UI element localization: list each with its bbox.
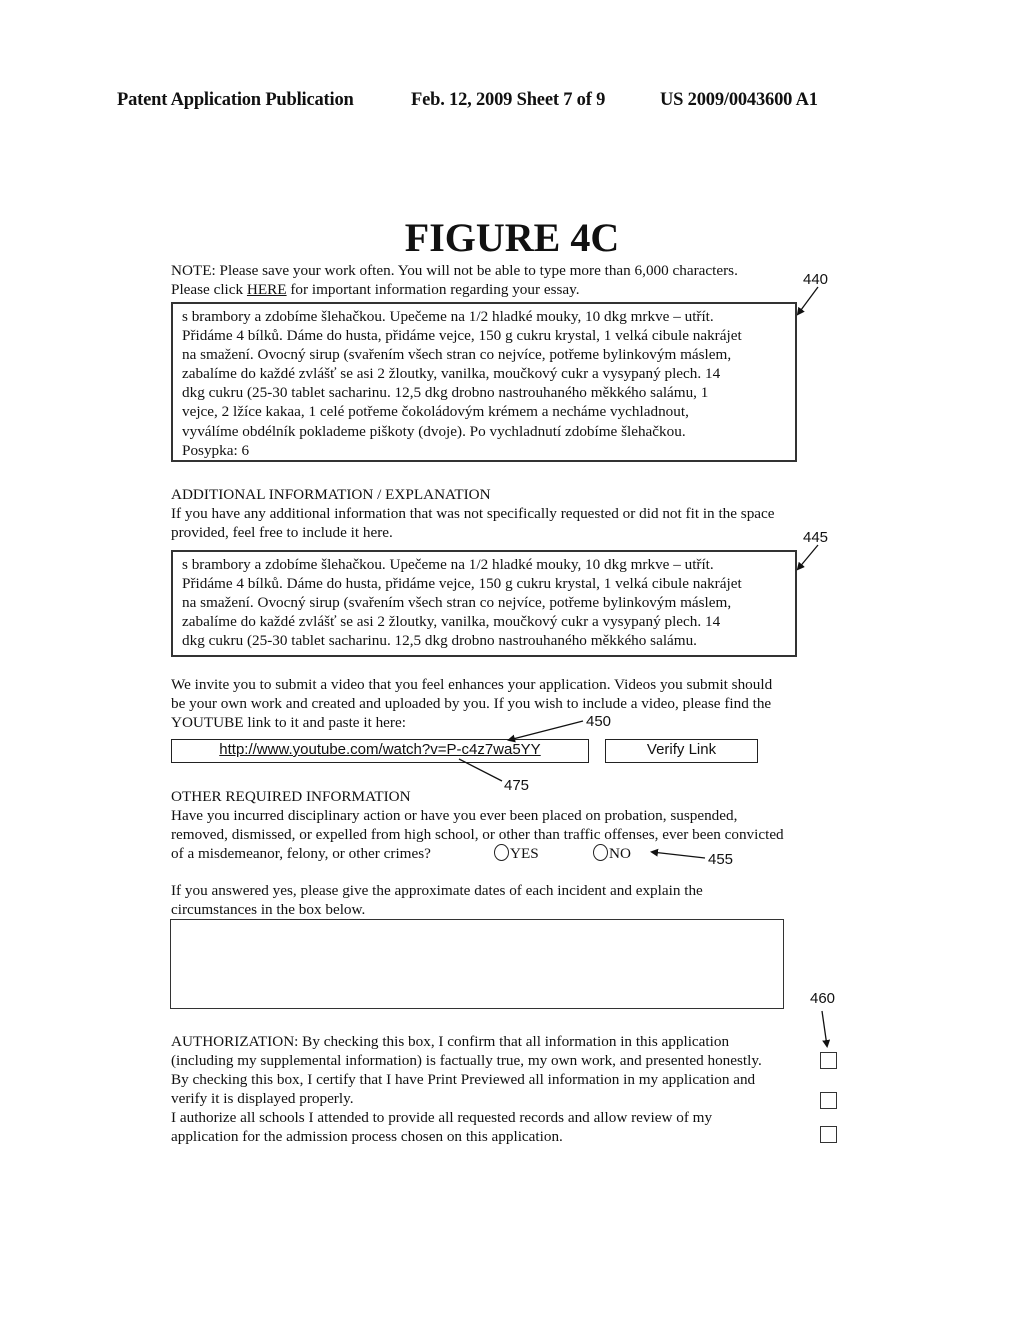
publication-date-sheet: Feb. 12, 2009 Sheet 7 of 9 [411,90,606,110]
leader-450 [507,720,584,743]
authorization-2-checkbox[interactable] [820,1092,837,1109]
radio-yes[interactable] [494,844,509,861]
authorization-1-line1: AUTHORIZATION: By checking this box, I c… [171,1033,730,1050]
disciplinary-question-line1: Have you incurred disciplinary action or… [171,807,738,824]
youtube-url-input[interactable]: http://www.youtube.com/watch?v=P-c4z7wa5… [171,739,589,763]
video-desc-line3: YOUTUBE link to it and paste it here: [171,714,406,731]
here-link[interactable]: HERE [247,281,287,298]
explain-instructions-line1: If you answered yes, please give the app… [171,882,703,899]
additional-info-heading: ADDITIONAL INFORMATION / EXPLANATION [171,486,491,503]
verify-link-button[interactable]: Verify Link [605,739,758,763]
incident-explanation-textarea[interactable] [170,919,784,1009]
authorization-3-line2: application for the admission process ch… [171,1128,563,1145]
essay-note-line1: NOTE: Please save your work often. You w… [171,262,738,279]
youtube-url-value[interactable]: http://www.youtube.com/watch?v=P-c4z7wa5… [172,740,588,760]
leader-460 [821,1010,831,1048]
radio-no-option[interactable]: NO [593,844,631,863]
figure-title: FIGURE 4C [404,215,620,260]
incident-explanation-text [171,920,783,923]
explain-instructions-line2: circumstances in the box below. [171,901,366,918]
ref-label-460: 460 [810,990,836,1007]
note-text-post: for important information regarding your… [286,281,580,298]
authorization-2-line1: By checking this box, I certify that I h… [171,1071,756,1088]
leader-445 [796,544,819,571]
leader-455 [650,848,706,859]
additional-info-textarea[interactable]: s brambory a zdobíme šlehačkou. Upečeme … [171,550,797,657]
leader-440 [796,286,819,316]
publication-label: Patent Application Publication [117,90,354,110]
disciplinary-question-line3: of a misdemeanor, felony, or other crime… [171,845,431,862]
additional-info-text: s brambory a zdobíme šlehačkou. Upečeme … [182,556,742,650]
radio-yes-option[interactable]: YES [494,844,539,863]
authorization-3-line1: I authorize all schools I attended to pr… [171,1109,713,1126]
disciplinary-question-line2: removed, dismissed, or expelled from hig… [171,826,784,843]
ref-label-445: 445 [803,529,829,546]
video-desc-line2: be your own work and created and uploade… [171,695,772,712]
additional-info-desc-line2: provided, feel free to include it here. [171,524,393,541]
radio-no[interactable] [593,844,608,861]
radio-yes-label: YES [510,845,539,862]
other-info-heading: OTHER REQUIRED INFORMATION [171,788,411,805]
authorization-1-checkbox[interactable] [820,1052,837,1069]
authorization-3-checkbox[interactable] [820,1126,837,1143]
radio-no-label: NO [609,845,631,862]
authorization-1-line2: (including my supplemental information) … [171,1052,762,1069]
note-text-pre: Please click [171,281,247,298]
ref-label-455: 455 [708,851,734,868]
additional-info-desc-line1: If you have any additional information t… [171,505,775,522]
authorization-2-line2: verify it is displayed properly. [171,1090,354,1107]
video-desc-line1: We invite you to submit a video that you… [171,676,773,693]
ref-label-440: 440 [803,271,829,288]
publication-number: US 2009/0043600 A1 [660,90,818,110]
essay-text: s brambory a zdobíme šlehačkou. Upečeme … [182,308,742,459]
essay-note-line2: Please click HERE for important informat… [171,280,580,299]
essay-textarea[interactable]: s brambory a zdobíme šlehačkou. Upečeme … [171,302,797,462]
ref-label-450: 450 [586,713,612,730]
ref-label-475: 475 [504,777,530,794]
